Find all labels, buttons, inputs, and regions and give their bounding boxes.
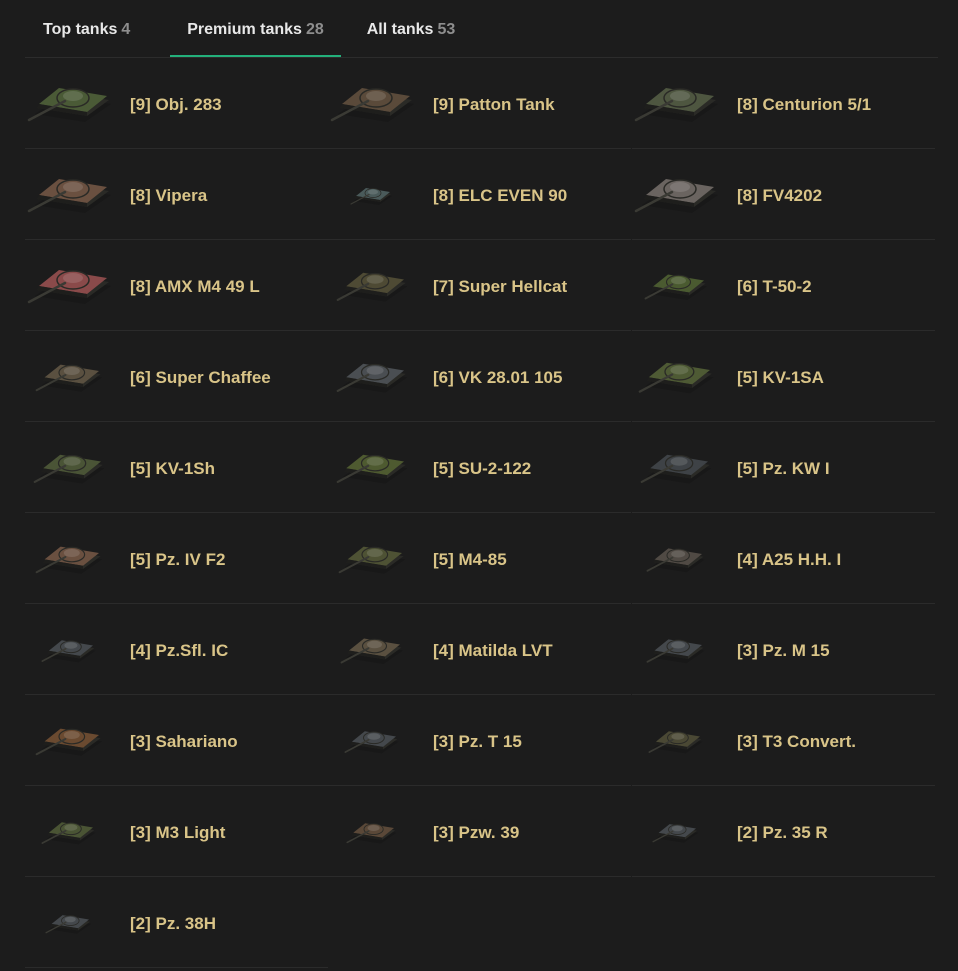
- tank-icon: [33, 454, 105, 484]
- tank-name[interactable]: [3] M3 Light: [130, 786, 225, 876]
- tank-item[interactable]: [2] Pz. 35 R: [632, 786, 935, 877]
- tank-icon: [27, 270, 111, 304]
- tank-name[interactable]: [5] M4-85: [433, 513, 507, 603]
- tank-icon: [646, 548, 705, 573]
- tank-icon: [346, 823, 397, 844]
- tank-icon: [27, 179, 111, 213]
- tank-name[interactable]: [6] VK 28.01 105: [433, 331, 562, 421]
- tank-name[interactable]: [8] AMX M4 49 L: [130, 240, 260, 330]
- tank-tabs: Top tanks 4 Premium tanks 28 All tanks 53: [25, 0, 938, 58]
- tank-item[interactable]: [4] Pz.Sfl. IC: [25, 604, 328, 695]
- tank-item[interactable]: [3] Pz. M 15: [632, 604, 935, 695]
- tank-name[interactable]: [4] Matilda LVT: [433, 604, 553, 694]
- tank-name[interactable]: [3] Sahariano: [130, 695, 238, 785]
- tank-name[interactable]: [2] Pz. 35 R: [737, 786, 828, 876]
- tank-name[interactable]: [6] T-50-2: [737, 240, 812, 330]
- tank-icon: [646, 639, 705, 664]
- tank-item[interactable]: [3] Sahariano: [25, 695, 328, 786]
- tank-name[interactable]: [5] KV-1Sh: [130, 422, 215, 512]
- tank-name[interactable]: [3] Pz. T 15: [433, 695, 522, 785]
- tab-count: 4: [121, 21, 131, 38]
- tank-icon: [338, 546, 406, 574]
- tank-icon: [336, 272, 408, 302]
- tank-item[interactable]: [2] Pz. 38H: [25, 877, 328, 968]
- tank-icon: [634, 88, 718, 122]
- tab-all-tanks[interactable]: All tanks 53: [355, 0, 467, 57]
- tank-name[interactable]: [8] Centurion 5/1: [737, 58, 871, 148]
- tank-name[interactable]: [4] Pz.Sfl. IC: [130, 604, 228, 694]
- tank-item[interactable]: [8] Vipera: [25, 149, 328, 240]
- tab-label: Premium tanks: [187, 21, 302, 38]
- tank-item[interactable]: [6] VK 28.01 105: [328, 331, 631, 422]
- tank-icon: [350, 188, 392, 205]
- tank-icon: [27, 88, 111, 122]
- tank-list-panel: Top tanks 4 Premium tanks 28 All tanks 53 […: [0, 0, 958, 971]
- tab-label: All tanks: [366, 21, 434, 38]
- tank-item[interactable]: [6] Super Chaffee: [25, 331, 328, 422]
- tab-premium-tanks[interactable]: Premium tanks 28: [170, 0, 341, 57]
- tank-icon: [652, 824, 699, 843]
- tank-icon: [644, 274, 707, 300]
- tank-item[interactable]: [5] SU-2-122: [328, 422, 631, 513]
- tank-icon: [344, 731, 399, 754]
- tank-item[interactable]: [5] M4-85: [328, 513, 631, 604]
- tank-icon: [41, 640, 96, 663]
- tank-icon: [638, 362, 714, 394]
- tank-name[interactable]: [3] Pzw. 39: [433, 786, 519, 876]
- tank-name[interactable]: [8] ELC EVEN 90: [433, 149, 567, 239]
- tank-item[interactable]: [4] Matilda LVT: [328, 604, 631, 695]
- tank-item[interactable]: [3] Pz. T 15: [328, 695, 631, 786]
- tank-item[interactable]: [5] KV-1SA: [632, 331, 935, 422]
- tank-icon: [41, 822, 96, 845]
- tank-icon: [35, 364, 103, 392]
- tank-name[interactable]: [8] Vipera: [130, 149, 207, 239]
- tab-label: Top tanks: [43, 21, 118, 38]
- tank-item[interactable]: [8] AMX M4 49 L: [25, 240, 328, 331]
- tank-icon: [35, 546, 103, 574]
- tank-item[interactable]: [3] T3 Convert.: [632, 695, 935, 786]
- tank-name[interactable]: [7] Super Hellcat: [433, 240, 567, 330]
- tank-name[interactable]: [2] Pz. 38H: [130, 877, 216, 967]
- tank-item[interactable]: [3] Pzw. 39: [328, 786, 631, 877]
- tank-item[interactable]: [6] T-50-2: [632, 240, 935, 331]
- tank-name[interactable]: [3] T3 Convert.: [737, 695, 856, 785]
- tank-item[interactable]: [3] M3 Light: [25, 786, 328, 877]
- tank-icon: [336, 363, 408, 393]
- tank-item[interactable]: [5] Pz. KW I: [632, 422, 935, 513]
- tank-item[interactable]: [9] Obj. 283: [25, 58, 328, 149]
- tank-icon: [35, 728, 103, 756]
- tank-name[interactable]: [5] SU-2-122: [433, 422, 531, 512]
- tank-icon: [340, 638, 403, 664]
- tank-icon: [634, 179, 718, 213]
- tank-name[interactable]: [5] Pz. IV F2: [130, 513, 225, 603]
- tab-count: 28: [305, 21, 324, 38]
- tank-item[interactable]: [8] ELC EVEN 90: [328, 149, 631, 240]
- tank-name[interactable]: [4] A25 H.H. I: [737, 513, 841, 603]
- tank-name[interactable]: [5] KV-1SA: [737, 331, 824, 421]
- tank-item[interactable]: [9] Patton Tank: [328, 58, 631, 149]
- tank-item[interactable]: [4] A25 H.H. I: [632, 513, 935, 604]
- tank-icon: [640, 454, 712, 484]
- tank-name[interactable]: [3] Pz. M 15: [737, 604, 830, 694]
- tank-icon: [336, 454, 408, 484]
- tank-name[interactable]: [5] Pz. KW I: [737, 422, 830, 512]
- tank-name[interactable]: [9] Patton Tank: [433, 58, 555, 148]
- tank-item[interactable]: [8] Centurion 5/1: [632, 58, 935, 149]
- tank-icon: [330, 88, 414, 122]
- tab-count: 53: [437, 21, 456, 38]
- tank-item[interactable]: [5] KV-1Sh: [25, 422, 328, 513]
- tank-item[interactable]: [7] Super Hellcat: [328, 240, 631, 331]
- tank-name[interactable]: [8] FV4202: [737, 149, 822, 239]
- tank-item[interactable]: [5] Pz. IV F2: [25, 513, 328, 604]
- tank-name[interactable]: [9] Obj. 283: [130, 58, 222, 148]
- tank-name[interactable]: [6] Super Chaffee: [130, 331, 271, 421]
- tab-top-tanks[interactable]: Top tanks 4: [43, 0, 163, 57]
- tank-icon: [648, 731, 703, 754]
- tank-item[interactable]: [8] FV4202: [632, 149, 935, 240]
- tank-icon: [45, 915, 92, 934]
